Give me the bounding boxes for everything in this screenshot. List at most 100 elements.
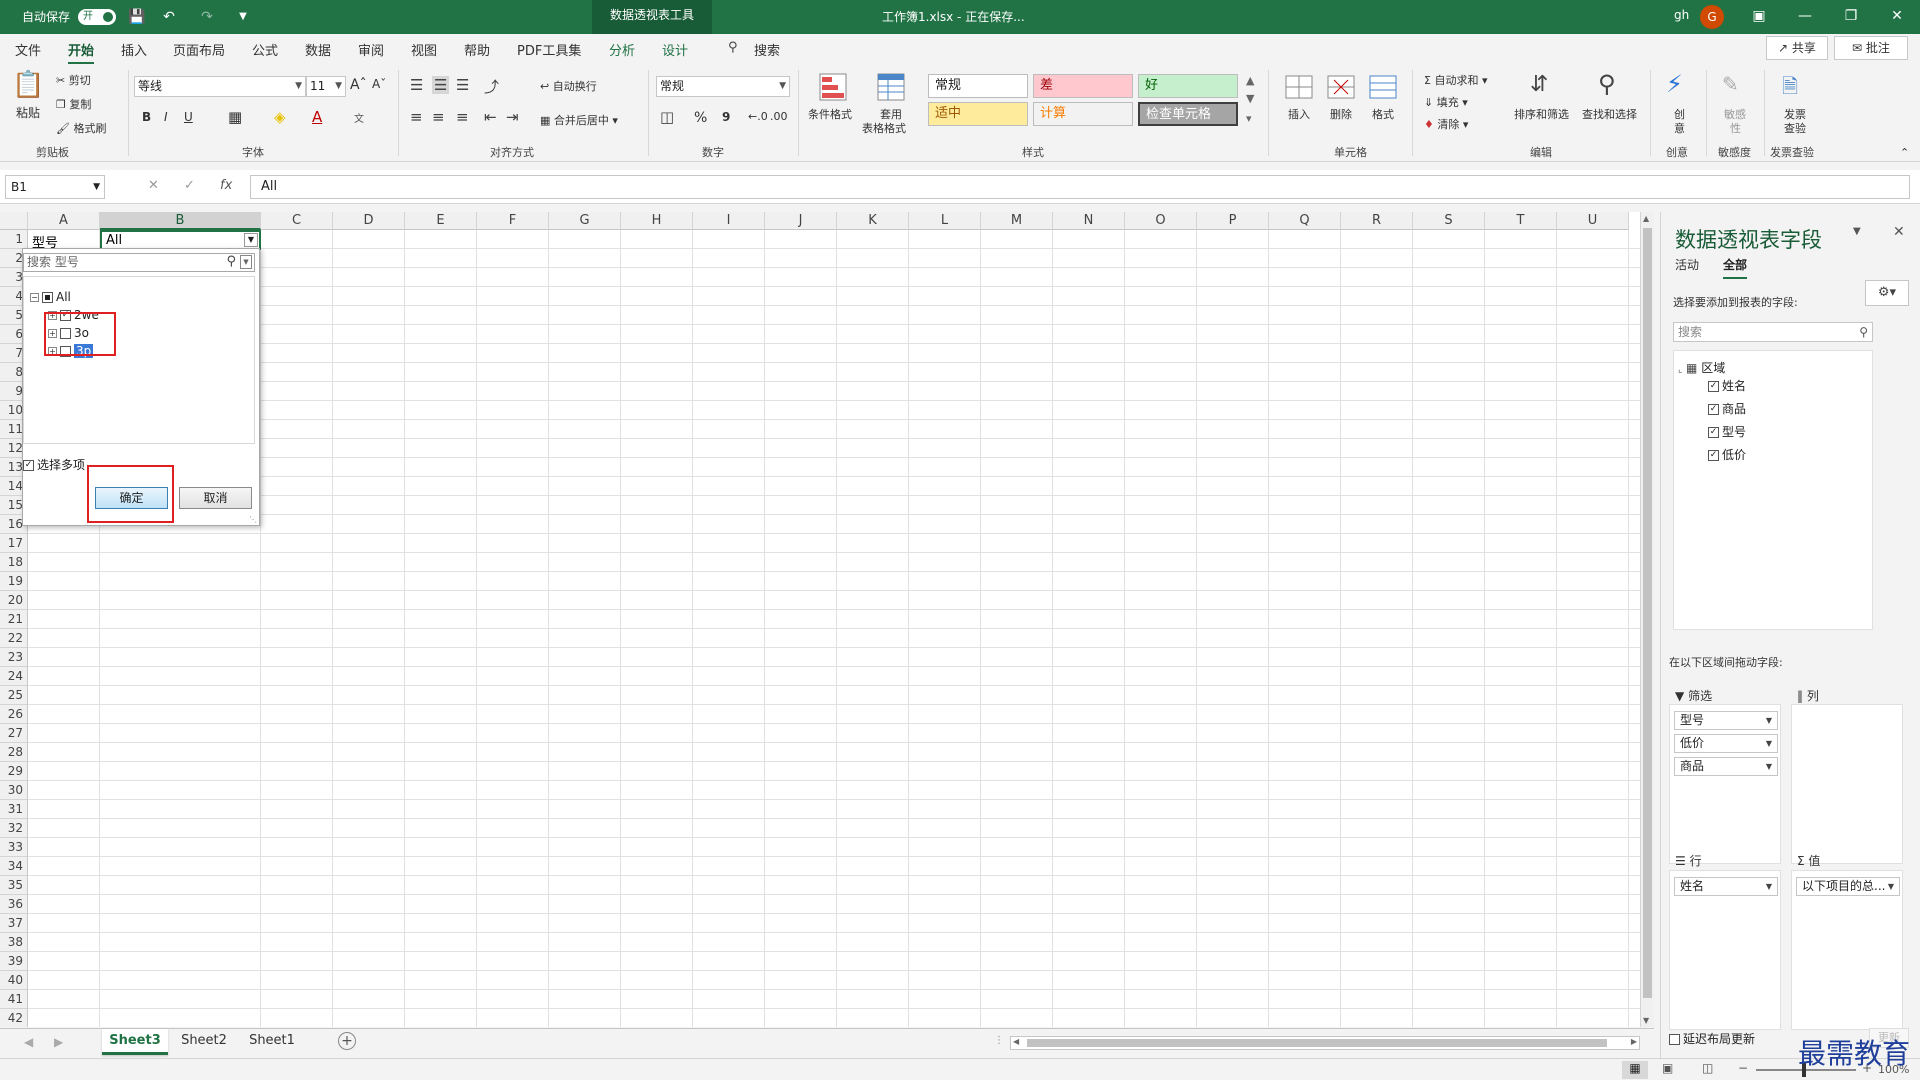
merge-center-button[interactable]: ▦ 合并后居中 ▾ [540,112,618,128]
insert-cells-label[interactable]: 插入 [1288,106,1310,122]
orientation-icon[interactable]: ⤴ [484,76,499,97]
scroll-up-icon[interactable]: ▲ [1643,214,1649,223]
delete-cells-icon[interactable] [1326,72,1356,102]
normal-view-icon[interactable]: ▦ [1622,1061,1648,1079]
copy-button[interactable]: ❐ 复制 [56,96,91,112]
search-icon[interactable]: ⚲ [1859,323,1868,341]
formula-input[interactable]: All [250,175,1910,199]
align-right-icon[interactable]: ≡ [456,108,469,126]
row-field-name[interactable]: 姓名 ▼ [1674,877,1778,896]
sensitivity-icon[interactable]: ✎ [1722,72,1739,96]
field-search-input[interactable]: 搜索 ⚲ [1673,322,1873,342]
rows-area[interactable]: 姓名 ▼ [1669,870,1781,1030]
sheet-tab-sheet3[interactable]: Sheet3 [102,1029,168,1055]
conditional-format-label[interactable]: 条件格式 [808,106,852,122]
filter-field-price[interactable]: 低价 ▼ [1674,734,1778,753]
increase-indent-icon[interactable]: ⇥ [506,108,519,126]
column-header-u[interactable]: U [1557,212,1629,230]
minimize-icon[interactable]: — [1782,0,1828,34]
fill-button[interactable]: ⇓ 填充 ▾ [1424,94,1468,110]
align-center-icon[interactable]: ≡ [432,108,445,126]
invoice-label-2[interactable]: 查验 [1784,120,1806,136]
field-item-price[interactable]: ✓ 低价 [1708,448,1746,462]
horizontal-scrollbar[interactable]: ◀ ▶ [1010,1036,1640,1050]
ribbon-display-icon[interactable]: ▣ [1736,0,1782,34]
column-header-q[interactable]: Q [1269,212,1341,230]
pane-options-icon[interactable]: ▼ [1853,226,1861,237]
row-header-38[interactable]: 38 [0,933,28,952]
restore-icon[interactable]: ❐ [1828,0,1874,34]
cancel-button[interactable]: 取消 [179,487,252,509]
row-header-40[interactable]: 40 [0,971,28,990]
gear-icon[interactable]: ⚙▾ [1865,280,1909,306]
collapse-ribbon-icon[interactable]: ⌃ [1900,146,1909,159]
insert-function-icon[interactable]: fx [220,178,232,193]
filter-search-input[interactable]: 搜索 型号 ⚲ ▼ [23,253,255,272]
shrink-font-icon[interactable]: Aˇ [372,77,386,91]
user-name[interactable]: gh [1674,8,1689,22]
scroll-left-icon[interactable]: ◀ [1013,1037,1019,1046]
chevron-down-icon[interactable]: ▼ [1888,878,1894,895]
styles-more-icon[interactable]: ▾ [1246,112,1252,125]
format-cells-icon[interactable] [1368,72,1398,102]
row-header-18[interactable]: 18 [0,553,28,572]
resize-grip-icon[interactable]: ⋱ [249,515,257,524]
tab-view[interactable]: 视图 [411,40,437,59]
align-middle-icon[interactable]: ☰ [432,76,450,94]
tab-data[interactable]: 数据 [305,40,331,59]
filter-field-model[interactable]: 型号 ▼ [1674,711,1778,730]
tab-pdf-tools[interactable]: PDF工具集 [517,40,581,59]
sort-filter-icon[interactable]: ⇵ [1530,72,1548,97]
search-options-icon[interactable]: ▼ [240,255,252,269]
column-header-s[interactable]: S [1413,212,1485,230]
checkbox-unchecked-icon[interactable] [1669,1034,1680,1045]
row-header-27[interactable]: 27 [0,724,28,743]
field-item-product[interactable]: ✓ 商品 [1708,402,1746,416]
table-format-label-2[interactable]: 表格格式 [862,120,906,136]
share-button[interactable]: ↗ 共享 [1766,36,1828,60]
phonetic-icon[interactable]: 文 [354,110,364,125]
row-header-22[interactable]: 22 [0,629,28,648]
cell-style-normal[interactable]: 常规 [928,74,1028,98]
row-header-23[interactable]: 23 [0,648,28,667]
cell-style-bad[interactable]: 差 [1033,74,1133,98]
chevron-down-icon[interactable]: ▼ [1766,712,1772,729]
column-header-l[interactable]: L [909,212,981,230]
column-header-g[interactable]: G [549,212,621,230]
percent-button[interactable]: % [694,110,707,126]
tab-analyze[interactable]: 分析 [609,40,635,59]
prev-sheet-icon[interactable]: ◀ [24,1035,33,1049]
row-header-29[interactable]: 29 [0,762,28,781]
save-icon[interactable]: 💾 [126,6,148,28]
field-table-area[interactable]: ⌞ ▦ 区域 [1678,361,1725,377]
row-header-33[interactable]: 33 [0,838,28,857]
chevron-down-icon[interactable]: ▼ [1766,878,1772,895]
comma-button[interactable]: 9 [722,110,730,124]
page-break-view-icon[interactable]: ◫ [1702,1061,1713,1075]
styles-scroll-up-icon[interactable]: ▲ [1246,74,1254,87]
italic-button[interactable]: I [164,110,168,124]
row-header-30[interactable]: 30 [0,781,28,800]
number-format-select[interactable]: 常规 ▼ [656,76,790,97]
column-header-m[interactable]: M [981,212,1053,230]
styles-scroll-down-icon[interactable]: ▼ [1246,92,1254,105]
avatar[interactable]: G [1700,5,1724,29]
cell-style-neutral[interactable]: 适中 [928,102,1028,126]
align-top-icon[interactable]: ☰ [410,76,423,94]
scroll-down-icon[interactable]: ▼ [1643,1016,1649,1025]
cell-style-check[interactable]: 检查单元格 [1138,102,1238,126]
scroll-right-icon[interactable]: ▶ [1631,1037,1637,1046]
tab-insert[interactable]: 插入 [121,40,147,59]
column-header-p[interactable]: P [1197,212,1269,230]
select-all-corner[interactable] [0,212,28,230]
tab-review[interactable]: 审阅 [358,40,384,59]
row-header-41[interactable]: 41 [0,990,28,1009]
vertical-scrollbar[interactable]: ▲ ▼ [1640,212,1654,1027]
column-header-j[interactable]: J [765,212,837,230]
delete-cells-label[interactable]: 删除 [1330,106,1352,122]
row-header-31[interactable]: 31 [0,800,28,819]
grow-font-icon[interactable]: Aˆ [350,77,367,93]
chevron-down-icon[interactable]: ▼ [1766,758,1772,775]
checkbox-checked-icon[interactable]: ✓ [1708,427,1719,438]
wrap-text-button[interactable]: ↩ 自动换行 [540,78,597,94]
